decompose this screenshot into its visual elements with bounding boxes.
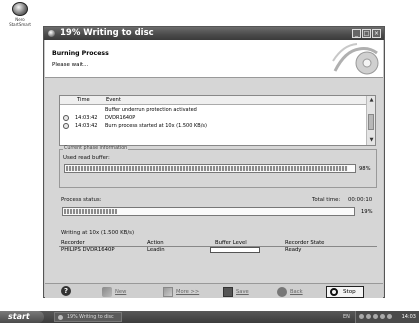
buffer-label: Used read buffer: [63,155,110,161]
recorder-buffer-level [210,247,260,253]
col-time: Time [77,97,90,103]
total-time-value: 00:00:10 [348,197,373,203]
new-button-label: New [115,289,127,295]
desktop: Nero StartSmart 19% Writing to disc _ □ … [0,0,419,323]
log-event: Buffer underrun protection activated [105,107,197,113]
nero-logo-icon [332,43,379,75]
log-time: 14:03:42 [75,115,98,121]
log-event: DVDR1640P [105,115,136,121]
event-log-header: Time Event [60,96,366,105]
nero-task-icon [58,315,63,320]
stop-button-label: Stop [343,289,356,295]
col-event: Event [106,97,121,103]
scroll-down-icon[interactable]: ▼ [368,137,375,144]
phase-info-group: Current phase information Used read buff… [59,146,377,188]
writing-status: Writing at 10x (1.500 KB/s) [61,230,135,236]
log-row: Buffer underrun protection activated [60,106,366,114]
system-tray: 14:03 [355,311,419,323]
taskbar: start 19% Writing to disc EN 14:03 [0,311,419,323]
wizard-header: Burning Process Please wait... [45,40,383,78]
clock: 14:03 [401,314,416,320]
nero-startsmart-icon [12,2,28,16]
taskbar-task-label: 19% Writing to disc [67,315,114,320]
maximize-button[interactable]: □ [362,29,371,38]
scroll-up-icon[interactable]: ▲ [368,97,375,104]
title-bar[interactable]: 19% Writing to disc _ □ × [44,27,384,40]
back-icon [277,286,287,297]
buffer-progress-fill [66,166,349,171]
log-event: Burn process started at 10x (1.500 KB/s) [105,123,207,129]
log-row: 14:03:42 Burn process started at 10x (1.… [60,122,366,130]
stop-button[interactable]: Stop [326,286,364,298]
recorder-action: Leadin [147,247,165,253]
nero-disc-icon [48,30,55,37]
more-button[interactable]: More >> [163,286,199,298]
start-button[interactable]: start [0,311,44,323]
language-indicator[interactable]: EN [343,311,350,323]
tray-icon[interactable] [373,314,378,319]
back-button[interactable]: Back [277,286,303,298]
recorder-table: Recorder Action Buffer Level Recorder St… [59,240,377,263]
phase-legend: Current phase information [63,146,129,151]
new-button[interactable]: New [102,286,126,298]
save-button[interactable]: Save [223,286,249,298]
log-time: 14:03:42 [75,123,98,129]
tray-icon[interactable] [359,314,364,319]
more-button-label: More >> [176,289,200,295]
header-subtitle: Please wait... [52,62,89,68]
status-label: Process status: [61,197,102,203]
log-row: 14:03:42 DVDR1640P [60,114,366,122]
tray-icon[interactable] [366,314,371,319]
help-icon[interactable]: ? [61,286,71,296]
scroll-thumb[interactable] [368,114,374,130]
close-button[interactable]: × [372,29,381,38]
buffer-progress-bar [64,164,356,173]
back-button-label: Back [290,289,303,295]
tray-icon[interactable] [380,314,385,319]
total-time-label: Total time: [312,197,341,203]
button-bar: ? New More >> Save Back Stop [45,283,383,298]
event-log: Time Event Buffer underrun protection ac… [59,95,376,146]
process-percent: 19% [361,209,373,215]
log-scrollbar[interactable]: ▲ ▼ [366,96,375,145]
more-icon [163,286,173,297]
wizard-body: Time Event Buffer underrun protection ac… [45,78,383,283]
process-progress-bar [62,207,355,216]
desktop-shortcut-label: Nero StartSmart [9,17,31,27]
new-icon [102,286,112,297]
burn-window: 19% Writing to disc _ □ × Burning Proces… [43,26,385,298]
window-title: 19% Writing to disc [60,28,154,38]
save-icon [223,286,233,297]
info-icon [63,115,69,121]
recorder-name: PHILIPS DVDR1640P [61,247,115,253]
recorder-state: Ready [285,247,302,253]
buffer-percent: 98% [359,166,371,172]
info-icon [63,123,69,129]
desktop-shortcut[interactable]: Nero StartSmart [7,2,33,27]
minimize-button[interactable]: _ [352,29,361,38]
tray-icon[interactable] [387,314,392,319]
stop-icon [330,288,338,296]
taskbar-task[interactable]: 19% Writing to disc [54,312,122,322]
process-progress-fill [64,209,118,214]
save-button-label: Save [236,289,249,295]
header-title: Burning Process [52,50,109,57]
